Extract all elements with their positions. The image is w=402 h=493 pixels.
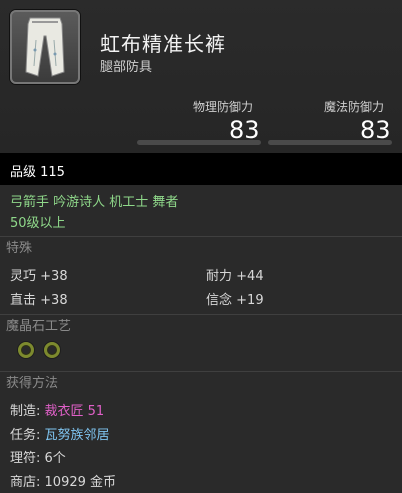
crafting-link[interactable]: 裁衣匠 51	[45, 404, 105, 419]
materia-slot-icon[interactable]	[44, 342, 60, 358]
item-level: 品级 115	[10, 165, 65, 180]
item-header: 虹布精准长裤 腿部防具 物理防御力 83 魔法防御力 83	[0, 0, 402, 153]
quest-link[interactable]: 瓦努族邻居	[45, 428, 110, 443]
magic-defense-label: 魔法防御力	[324, 100, 385, 114]
leve-count: 6个	[44, 451, 66, 466]
level-requirement: 50级以上	[10, 216, 66, 231]
bonus-value: +44	[236, 269, 264, 284]
bonus-value: +38	[40, 269, 68, 284]
bonus-name: 耐力	[206, 269, 233, 284]
acquisition-section-title: 获得方法	[0, 371, 402, 391]
bonus-vitality: 耐力 +44	[206, 265, 264, 284]
item-category: 腿部防具	[100, 60, 153, 75]
acquisition-label: 任务:	[10, 428, 41, 443]
acquisition-shop: 商店: 10929 金币	[10, 471, 116, 490]
item-name: 虹布精准长裤	[100, 32, 226, 56]
materia-slot-icon[interactable]	[18, 342, 34, 358]
item-level-bar: 品级 115	[0, 153, 402, 185]
materia-section-title: 魔晶石工艺	[0, 314, 402, 334]
bonus-value: +38	[40, 293, 68, 308]
acquisition-leve: 理符: 6个	[10, 447, 66, 466]
white-trousers-icon[interactable]	[10, 10, 80, 84]
bonus-name: 灵巧	[10, 269, 37, 284]
magic-defense-bar	[268, 140, 392, 145]
physical-defense-label: 物理防御力	[193, 100, 254, 114]
acquisition-crafting: 制造: 裁衣匠 51	[10, 400, 104, 419]
bonus-direct-hit: 直击 +38	[10, 289, 68, 308]
class-list: 弓箭手 吟游诗人 机工士 舞者	[10, 195, 179, 210]
acquisition-label: 商店:	[10, 475, 41, 490]
bonus-dexterity: 灵巧 +38	[10, 265, 68, 284]
bonus-name: 信念	[206, 293, 233, 308]
bonuses-section-title: 特殊	[0, 236, 402, 256]
acquisition-quest: 任务: 瓦努族邻居	[10, 424, 110, 443]
physical-defense-bar	[137, 140, 261, 145]
bonus-determination: 信念 +19	[206, 289, 264, 308]
bonus-name: 直击	[10, 293, 37, 308]
bonus-value: +19	[236, 293, 264, 308]
acquisition-label: 制造:	[10, 404, 41, 419]
acquisition-label: 理符:	[10, 451, 41, 466]
shop-price: 10929 金币	[44, 475, 117, 490]
